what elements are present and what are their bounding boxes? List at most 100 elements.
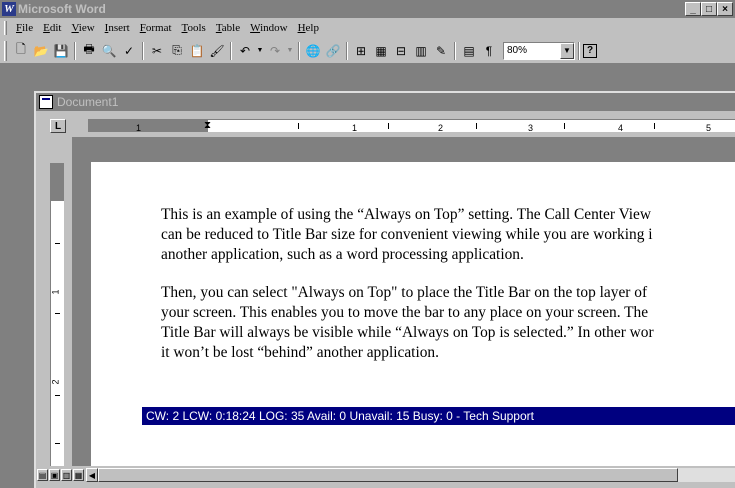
menu-bar: File Edit View Insert Format Tools Table…: [0, 18, 735, 38]
vruler-tick: [55, 243, 60, 244]
hyperlink-icon[interactable]: 🔗: [323, 41, 343, 61]
insert-table-icon[interactable]: ▦: [371, 41, 391, 61]
toolbar-separator: [454, 41, 456, 60]
toolbar-separator: [578, 41, 580, 60]
drawing-icon[interactable]: ✎: [431, 41, 451, 61]
minimize-button[interactable]: _: [685, 2, 701, 16]
vruler-tick: [55, 443, 60, 444]
vruler-top-margin: [51, 163, 64, 201]
toolbar-separator: [298, 41, 300, 60]
show-hide-pilcrow-icon[interactable]: ¶: [479, 41, 499, 61]
ruler-number: 1: [136, 123, 142, 133]
format-painter-icon[interactable]: 🖌: [207, 41, 227, 61]
horizontal-scroll-bar: ▤ ▣ ▥ ▦ ◀: [36, 466, 735, 484]
ruler-number: 3: [528, 123, 534, 133]
text-line: it won’t be lost “behind” another applic…: [161, 344, 439, 361]
menu-insert[interactable]: Insert: [100, 22, 135, 34]
document-title-bar[interactable]: Document1: [36, 93, 735, 111]
ruler-number: 1: [352, 123, 358, 133]
call-center-view-title-bar[interactable]: CW: 2 LCW: 0:18:24 LOG: 35 Avail: 0 Unav…: [142, 407, 735, 425]
print-icon[interactable]: 🖶: [79, 41, 99, 61]
web-layout-view-icon[interactable]: ▣: [49, 469, 60, 481]
document-icon[interactable]: [39, 95, 53, 109]
ruler-number: 2: [438, 123, 444, 133]
app-title-bar[interactable]: W Microsoft Word _ □ ×: [0, 0, 735, 18]
redo-icon[interactable]: ↷: [265, 41, 285, 61]
paragraph-2[interactable]: Then, you can select "Always on Top" to …: [161, 283, 735, 363]
columns-icon[interactable]: ▥: [411, 41, 431, 61]
cut-icon[interactable]: ✂: [147, 41, 167, 61]
word-app-icon[interactable]: W: [2, 2, 16, 16]
text-line: another application, such as a word proc…: [161, 246, 524, 263]
insert-excel-icon[interactable]: ⊟: [391, 41, 411, 61]
vruler-tick: [55, 313, 60, 314]
menu-format[interactable]: Format: [135, 22, 177, 34]
menu-help[interactable]: Help: [293, 22, 324, 34]
document-title: Document1: [57, 95, 119, 109]
undo-dropdown-icon[interactable]: ▼: [255, 41, 265, 61]
zoom-value: 80%: [507, 45, 528, 56]
toolbar-separator: [230, 41, 232, 60]
scroll-left-icon[interactable]: ◀: [86, 468, 98, 482]
ruler-tick: [298, 123, 299, 129]
ruler-tick: [476, 123, 477, 129]
undo-icon[interactable]: ↶: [235, 41, 255, 61]
ruler-tick: [654, 123, 655, 129]
close-button[interactable]: ×: [717, 2, 733, 16]
outline-view-icon[interactable]: ▦: [73, 469, 84, 481]
new-document-icon[interactable]: 🗋: [11, 41, 31, 61]
document-map-icon[interactable]: ▤: [459, 41, 479, 61]
text-line: Then, you can select "Always on Top" to …: [161, 284, 648, 301]
hscroll-track[interactable]: [98, 468, 735, 482]
zoom-select[interactable]: 80% ▼: [503, 41, 575, 60]
menu-file[interactable]: File: [11, 22, 38, 34]
toolbar-separator: [346, 41, 348, 60]
hscroll-thumb[interactable]: [98, 468, 678, 482]
save-icon[interactable]: 💾: [51, 41, 71, 61]
copy-icon[interactable]: ⎘: [167, 41, 187, 61]
redo-dropdown-icon[interactable]: ▼: [285, 41, 295, 61]
menu-table[interactable]: Table: [211, 22, 245, 34]
ruler-number: 5: [706, 123, 712, 133]
vruler-tick: [55, 395, 60, 396]
document-window: Document1 L 1 ⧗ 1 2 3 4 5 1 2 This is an…: [34, 91, 735, 488]
toolbar-separator: [74, 41, 76, 60]
app-title: Microsoft Word: [18, 2, 106, 16]
text-line: Title Bar will always be visible while “…: [161, 324, 654, 341]
toolbar-separator: [142, 41, 144, 60]
menu-window[interactable]: Window: [245, 22, 292, 34]
vertical-ruler[interactable]: 1 2: [50, 163, 64, 467]
menu-edit[interactable]: Edit: [38, 22, 66, 34]
print-preview-icon[interactable]: 🔍: [99, 41, 119, 61]
standard-toolbar: 🗋 📂 💾 🖶 🔍 ✓ ✂ ⎘ 📋 🖌 ↶ ▼ ↷ ▼ 🌐 🔗 ⊞ ▦ ⊟ ▥ …: [0, 38, 735, 64]
ruler-tick: [388, 123, 389, 129]
help-icon[interactable]: ?: [583, 43, 597, 58]
text-line: can be reduced to Title Bar size for con…: [161, 226, 653, 243]
ccv-status-text: CW: 2 LCW: 0:18:24 LOG: 35 Avail: 0 Unav…: [146, 409, 534, 423]
indent-marker-icon[interactable]: ⧗: [204, 120, 211, 132]
text-line: This is an example of using the “Always …: [161, 206, 651, 223]
ruler-tick: [564, 123, 565, 129]
menu-tools[interactable]: Tools: [177, 22, 211, 34]
ruler-strip[interactable]: 1 ⧗ 1 2 3 4 5: [88, 119, 735, 133]
normal-view-icon[interactable]: ▤: [37, 469, 48, 481]
paste-icon[interactable]: 📋: [187, 41, 207, 61]
zoom-dropdown-icon[interactable]: ▼: [560, 42, 574, 59]
horizontal-ruler[interactable]: L 1 ⧗ 1 2 3 4 5: [36, 111, 735, 137]
menu-view[interactable]: View: [66, 22, 99, 34]
vruler-number: 1: [50, 289, 61, 295]
menubar-grip[interactable]: [4, 21, 7, 35]
web-toolbar-icon[interactable]: 🌐: [303, 41, 323, 61]
text-line: your screen. This enables you to move th…: [161, 304, 649, 321]
ruler-left-margin: [88, 120, 208, 132]
open-folder-icon[interactable]: 📂: [31, 41, 51, 61]
window-controls: _ □ ×: [685, 2, 733, 16]
maximize-button[interactable]: □: [701, 2, 717, 16]
toolbar-grip[interactable]: [4, 40, 7, 61]
page-layout-view-icon[interactable]: ▥: [61, 469, 72, 481]
spelling-icon[interactable]: ✓: [119, 41, 139, 61]
tab-selector-button[interactable]: L: [50, 119, 66, 133]
vruler-number: 2: [50, 379, 61, 385]
tables-borders-icon[interactable]: ⊞: [351, 41, 371, 61]
paragraph-1[interactable]: This is an example of using the “Always …: [161, 205, 735, 265]
